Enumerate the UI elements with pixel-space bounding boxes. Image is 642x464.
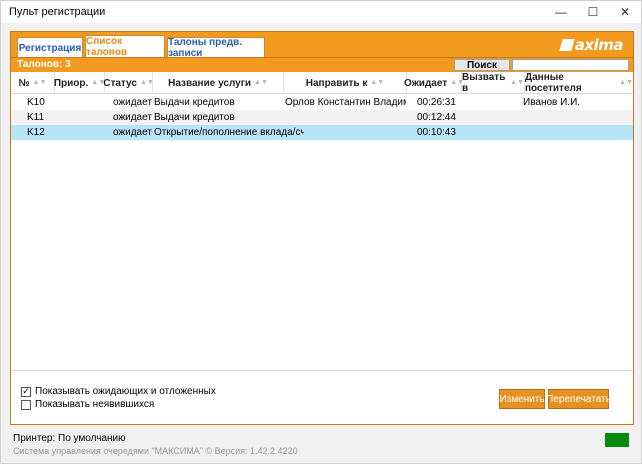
logo-text: axima	[574, 36, 624, 54]
close-button[interactable]: ✕	[609, 1, 641, 23]
column-header-priority[interactable]: Приор. ▲▼	[54, 72, 105, 94]
column-header-number[interactable]: № ▲▼	[11, 72, 55, 94]
window-title: Пульт регистрации	[9, 6, 106, 18]
cell-number: K12	[27, 127, 45, 138]
search-input[interactable]	[512, 59, 629, 71]
show-absent-label: Показывать неявившихся	[35, 399, 155, 410]
column-header-waiting[interactable]: Ожидает ▲▼	[404, 72, 464, 94]
show-waiting-label: Показывать ожидающих и отложенных	[35, 386, 216, 397]
show-absent-checkbox[interactable]: Показывать неявившихся	[21, 399, 154, 410]
ticket-list-panel: Талонов: 3 Поиск № ▲▼ Приор. ▲▼ Статус ▲▼ Н…	[10, 57, 634, 425]
sort-icon: ▲▼	[139, 79, 154, 86]
column-header-visitor[interactable]: Данные посетителя ▲▼	[525, 72, 633, 94]
tabs-bar: Регистрация Список талонов Талоны предв.…	[10, 31, 634, 59]
edit-button[interactable]: Изменить	[499, 389, 545, 409]
tab-registration[interactable]: Регистрация	[17, 37, 83, 58]
cell-waiting: 00:10:43	[417, 127, 456, 138]
cell-status: ожидает	[113, 112, 152, 123]
sort-icon: ▲▼	[370, 79, 385, 86]
sort-icon: ▲▼	[32, 79, 47, 86]
sort-icon: ▲▼	[510, 79, 524, 86]
column-header-status[interactable]: Статус ▲▼	[103, 72, 154, 94]
cell-visitor: Иванов И.И.	[523, 97, 581, 108]
maxima-logo: axima	[559, 36, 624, 54]
column-header-call-at[interactable]: Вызвать в ▲▼	[462, 72, 525, 94]
reprint-button[interactable]: Перепечатать	[546, 389, 611, 409]
maximize-button[interactable]: ☐	[577, 1, 609, 23]
cell-service: Выдачи кредитов	[154, 112, 235, 123]
show-waiting-checkbox[interactable]: ✓ Показывать ожидающих и отложенных	[21, 386, 216, 397]
cell-status: ожидает	[113, 127, 152, 138]
table-header: № ▲▼ Приор. ▲▼ Статус ▲▼ Название услуги ▲▼ …	[11, 72, 633, 94]
main-content: Регистрация Список талонов Талоны предв.…	[10, 31, 634, 425]
search-button[interactable]: Поиск	[454, 59, 510, 71]
table-row[interactable]: K12 ожидает Открытие/пополнение вклада/с…	[11, 125, 633, 140]
table-row[interactable]: K10 ожидает Выдачи кредитов Орлов Конста…	[11, 95, 633, 110]
version-info: Система управления очередями "МАКСИМА" ©…	[13, 446, 298, 456]
column-header-direct-to[interactable]: Направить к ▲▼	[284, 72, 407, 94]
sort-icon: ▲▼	[254, 79, 268, 86]
options-area: ✓ Показывать ожидающих и отложенных Пока…	[11, 370, 633, 424]
cell-number: K10	[27, 97, 45, 108]
tab-ticket-list[interactable]: Список талонов	[85, 35, 165, 58]
cell-service: Открытие/пополнение вклада/счета	[154, 127, 304, 138]
table-row[interactable]: K11 ожидает Выдачи кредитов 00:12:44	[11, 110, 633, 125]
title-bar: Пульт регистрации — ☐ ✕	[1, 1, 641, 23]
cell-waiting: 00:26:31	[417, 97, 456, 108]
sort-icon: ▲▼	[619, 79, 633, 86]
printer-status: Принтер: По умолчанию	[13, 433, 126, 444]
minimize-button[interactable]: —	[545, 1, 577, 23]
ticket-count: Талонов: 3	[17, 59, 71, 70]
maxima-logo-icon	[559, 39, 575, 51]
ticket-count-bar: Талонов: 3 Поиск	[11, 58, 633, 72]
tab-preregistered-tickets[interactable]: Талоны предв. записи	[167, 37, 265, 59]
checkbox-unchecked-icon[interactable]	[21, 399, 31, 410]
cell-service: Выдачи кредитов	[154, 97, 235, 108]
cell-status: ожидает	[113, 97, 152, 108]
registration-window: Пульт регистрации — ☐ ✕ Регистрация Спис…	[0, 0, 642, 464]
cell-waiting: 00:12:44	[417, 112, 456, 123]
checkbox-checked-icon[interactable]: ✓	[21, 386, 31, 397]
cell-direct-to: Орлов Константин Владимирович	[285, 97, 406, 108]
cell-number: K11	[27, 112, 45, 123]
column-header-service[interactable]: Название услуги ▲▼	[153, 72, 284, 94]
connection-indicator	[605, 433, 629, 447]
